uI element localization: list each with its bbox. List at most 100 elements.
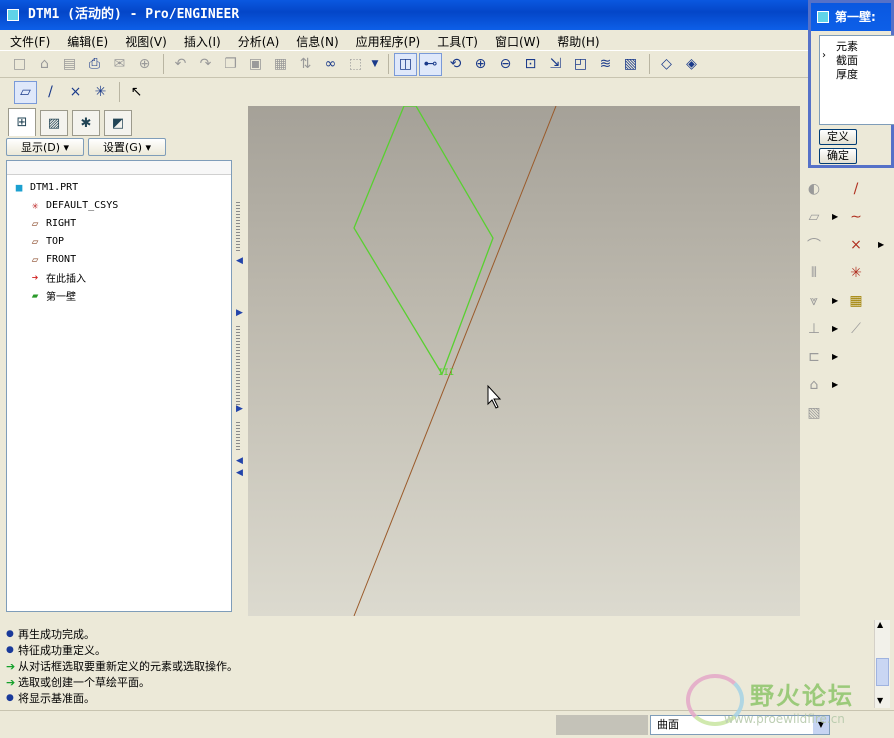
undo-icon[interactable]: ↶ [169, 53, 192, 76]
mirror-tool-icon[interactable]: ⊥ [802, 318, 826, 340]
saved-views-icon[interactable]: ◰ [569, 53, 592, 76]
pattern-tool-icon[interactable]: ⩔ [802, 290, 826, 312]
coordinate-system-tool-icon[interactable]: ✳ [844, 262, 868, 284]
csys-display-icon[interactable]: ✳ [89, 81, 112, 104]
show-menu-button[interactable]: 显示(D) ▾ [6, 138, 84, 156]
print-icon[interactable]: ⎙ [83, 53, 106, 76]
wireframe-icon[interactable]: ◇ [655, 53, 678, 76]
collapse-arrow-icon[interactable]: ◀ [236, 468, 243, 478]
redo-icon[interactable]: ↷ [194, 53, 217, 76]
layers-icon[interactable]: ≋ [594, 53, 617, 76]
menu-analysis[interactable]: 分析(A) [234, 30, 284, 50]
zoom-out-icon[interactable]: ⊖ [494, 53, 517, 76]
flyout-arrow-icon[interactable]: ▶ [832, 296, 838, 305]
window-title-bar: DTM1 (活动的) - Pro/ENGINEER [0, 0, 894, 30]
tab-model-tree[interactable]: ⊞ [8, 108, 36, 136]
regenerate-icon[interactable]: ⇅ [294, 53, 317, 76]
repaint-icon[interactable]: ◫ [394, 52, 417, 76]
extrude-tool-icon[interactable]: ⊏ [802, 346, 826, 368]
datum-point-display-icon[interactable]: × [64, 81, 87, 104]
datum-axis-tool-icon[interactable]: / [844, 178, 868, 200]
tab-connections[interactable]: ◩ [104, 110, 132, 136]
tree-item-default-csys[interactable]: ✳ DEFAULT_CSYS [27, 197, 119, 213]
collapse-arrow-icon[interactable]: ◀ [236, 456, 243, 466]
expand-arrow-icon[interactable]: ▶ [236, 404, 243, 414]
tree-item-insert-here[interactable]: ➔ 在此插入 [27, 269, 86, 285]
hidden-line-icon[interactable]: ◈ [680, 53, 703, 76]
ok-button[interactable]: 确定 [819, 148, 857, 164]
datum-curve-tool-icon[interactable]: ⟋ [844, 318, 868, 340]
model-tree: ■ DTM1.PRT ✳ DEFAULT_CSYS ▱ RIGHT ▱ TOP … [6, 160, 232, 612]
save-icon[interactable]: ▤ [58, 53, 81, 76]
spin-center-icon[interactable]: ⊷ [419, 52, 442, 76]
expand-arrow-icon[interactable]: ▶ [236, 308, 243, 318]
datum-plane-display-icon[interactable]: ▱ [14, 80, 37, 104]
paste-icon[interactable]: ▣ [244, 53, 267, 76]
menu-insert[interactable]: 插入(I) [180, 30, 225, 50]
sketched-curve-icon[interactable]: ∼ [844, 206, 868, 228]
new-file-icon[interactable]: □ [8, 53, 31, 76]
revolve-tool-icon[interactable]: ⌂ [802, 374, 826, 396]
tab-folder-browser[interactable]: ▨ [40, 110, 68, 136]
flyout-arrow-icon[interactable]: ▶ [832, 212, 838, 221]
element-thickness[interactable]: 厚度 [836, 66, 858, 82]
feature-toolbar: ◔ ◐ / ▱ ▶ ∼ ⌒ × ▶ ⫴ ✳ ⩔ ▶ ▦ ⊥ ▶ ⟋ ⊏ ▶ ⌂ … [800, 106, 894, 616]
select-dropdown-icon[interactable]: ▼ [369, 53, 381, 76]
sketch-dimension-marker: III [438, 368, 454, 378]
refit-icon[interactable]: ⊡ [519, 53, 542, 76]
define-button[interactable]: 定义 [819, 129, 857, 145]
tree-item-right[interactable]: ▱ RIGHT [27, 215, 76, 231]
analysis-feature-icon[interactable]: ▦ [844, 290, 868, 312]
sweep-tool-icon[interactable]: ▧ [802, 402, 826, 424]
csys-icon: ✳ [31, 198, 39, 212]
draft-tool-icon[interactable]: ▱ [802, 206, 826, 228]
menu-help[interactable]: 帮助(H) [553, 30, 603, 50]
select-box-icon[interactable]: ⬚ [344, 53, 367, 76]
flyout-arrow-icon[interactable]: ▶ [832, 352, 838, 361]
send-email-icon[interactable]: ✉ [108, 53, 131, 76]
copy-icon[interactable]: ❐ [219, 53, 242, 76]
settings-menu-button[interactable]: 设置(G) ▾ [88, 138, 166, 156]
menu-applications[interactable]: 应用程序(P) [352, 30, 425, 50]
menu-view[interactable]: 视图(V) [121, 30, 171, 50]
reorient-icon[interactable]: ⇲ [544, 53, 567, 76]
menu-window[interactable]: 窗口(W) [491, 30, 544, 50]
shell-tool-icon[interactable]: ◐ [802, 178, 826, 200]
insert-arrow-icon: ➔ [31, 270, 39, 284]
menu-info[interactable]: 信息(N) [292, 30, 342, 50]
datum-axis-display-icon[interactable]: / [39, 81, 62, 104]
orient-mode-icon[interactable]: ⟲ [444, 53, 467, 76]
round-tool-icon[interactable]: ⌒ [802, 234, 826, 256]
tab-favorites[interactable]: ✱ [72, 110, 100, 136]
send-attachment-icon[interactable]: ⊕ [133, 53, 156, 76]
paste-special-icon[interactable]: ▦ [269, 53, 292, 76]
tree-item-first-wall[interactable]: ▰ 第一壁 [27, 287, 76, 303]
context-help-icon[interactable]: ↖ [125, 81, 148, 104]
tree-item-top[interactable]: ▱ TOP [27, 233, 64, 249]
expand-chevron-icon[interactable]: › [822, 50, 826, 61]
collapse-arrow-icon[interactable]: ◀ [236, 256, 243, 266]
datum-point-tool-icon[interactable]: × [844, 234, 868, 256]
flyout-arrow-icon[interactable]: ▶ [878, 240, 884, 249]
menu-tools[interactable]: 工具(T) [433, 30, 482, 50]
flyout-arrow-icon[interactable]: ▶ [832, 380, 838, 389]
watermark-url: www.proewildfire.cn [724, 712, 845, 726]
panel-splitter[interactable]: ◀ ▶ ▶ ◀ ◀ [234, 106, 248, 616]
open-file-icon[interactable]: ⌂ [33, 53, 56, 76]
find-icon[interactable]: ∞ [319, 53, 342, 76]
wall-feature-icon: ▰ [31, 288, 39, 302]
scroll-up-icon[interactable]: ▲ [877, 620, 883, 629]
info-bullet-icon: ● [6, 629, 14, 639]
rib-tool-icon[interactable]: ⫴ [802, 262, 826, 284]
prompt-arrow-icon: ➔ [6, 675, 16, 689]
menu-edit[interactable]: 编辑(E) [63, 30, 112, 50]
view-manager-icon[interactable]: ▧ [619, 53, 642, 76]
zoom-in-icon[interactable]: ⊕ [469, 53, 492, 76]
menu-file[interactable]: 文件(F) [6, 30, 54, 50]
proe-app-icon [7, 9, 19, 21]
graphics-window[interactable]: III [248, 106, 800, 616]
message-line: ➔ 选取或创建一个草绘平面。 [6, 675, 150, 690]
flyout-arrow-icon[interactable]: ▶ [832, 324, 838, 333]
tree-item-front[interactable]: ▱ FRONT [27, 251, 76, 267]
tree-item-part[interactable]: ■ DTM1.PRT [11, 179, 78, 195]
